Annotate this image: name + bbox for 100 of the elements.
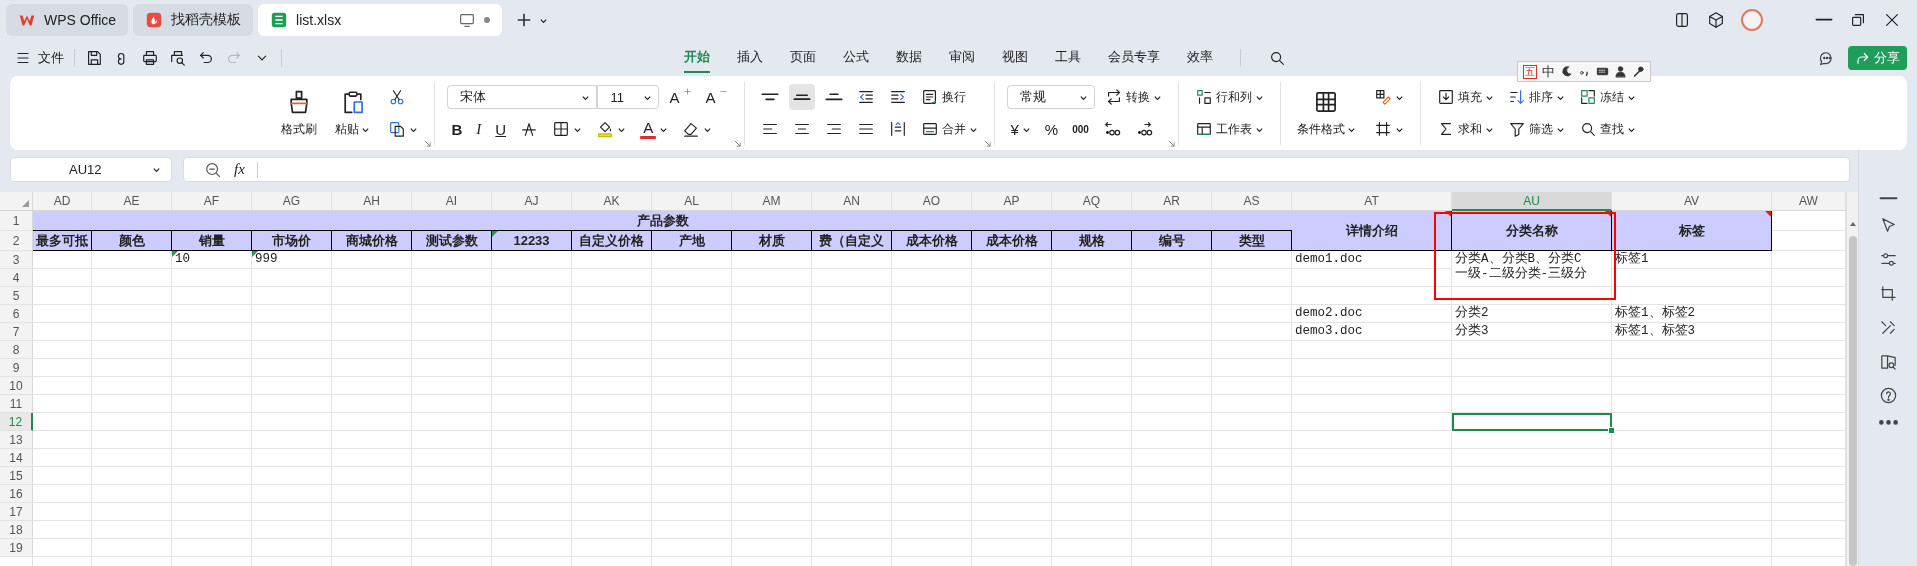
paste-button[interactable]: 粘贴 <box>331 84 375 142</box>
menu-tab[interactable]: 开始 <box>683 43 710 73</box>
font-color-button[interactable]: A <box>636 116 673 142</box>
table-cell: demo3.doc <box>1295 324 1363 338</box>
menu-tab[interactable]: 数据 <box>895 43 922 73</box>
row-number[interactable]: 16 <box>0 485 33 503</box>
column-header[interactable]: AL <box>652 192 732 211</box>
column-header[interactable]: AG <box>252 192 332 211</box>
row-number[interactable]: 2 <box>0 231 33 251</box>
number-format-dropdown[interactable]: 常规 <box>1006 85 1095 109</box>
wrap-text-button[interactable]: 换行 <box>916 84 970 110</box>
convert-button[interactable]: 转换 <box>1100 84 1166 110</box>
browser-tab[interactable]: 找稻壳模板 <box>133 4 254 36</box>
percent-button[interactable]: % <box>1040 116 1063 142</box>
column-header[interactable]: AR <box>1132 192 1212 211</box>
format-painter-button[interactable]: 格式刷 <box>277 84 322 142</box>
file-menu-button[interactable]: 文件 <box>14 49 64 67</box>
selected-cell[interactable] <box>1452 413 1612 431</box>
header-cell: 最多可抵 <box>33 231 92 251</box>
launcher-icon[interactable] <box>983 140 991 147</box>
menu-tab[interactable]: 视图 <box>1001 43 1028 73</box>
menu-tab[interactable]: 效率 <box>1186 43 1213 73</box>
ime-mode[interactable]: 五 <box>1523 64 1537 79</box>
row-number[interactable]: 10 <box>0 377 33 395</box>
column-header[interactable]: AF <box>172 192 252 211</box>
column-header[interactable]: AK <box>572 192 652 211</box>
conditional-format-button[interactable]: 条件格式 <box>1292 84 1360 142</box>
find-button[interactable]: 查找 <box>1574 116 1640 142</box>
column-header[interactable]: AQ <box>1052 192 1132 211</box>
column-header[interactable]: AV <box>1612 192 1772 211</box>
column-header[interactable]: AW <box>1772 192 1846 211</box>
avatar-icon[interactable] <box>1741 9 1763 31</box>
sort-button[interactable]: 排序 <box>1503 84 1569 110</box>
font-dropdown[interactable]: 宋体 <box>447 85 598 109</box>
column-header[interactable]: AM <box>732 192 812 211</box>
browser-tab[interactable]: WPS Office <box>6 4 129 36</box>
align-middle-button[interactable] <box>788 84 815 110</box>
row-number[interactable]: 4 <box>0 269 33 287</box>
column-header[interactable]: AI <box>412 192 492 211</box>
currency-button[interactable]: ¥ <box>1006 116 1035 142</box>
row-number[interactable]: 19 <box>0 539 33 557</box>
ime-mode[interactable]: 中 <box>1542 62 1555 81</box>
row-number[interactable]: 17 <box>0 503 33 521</box>
column-header[interactable]: AH <box>332 192 412 211</box>
column-header[interactable]: AE <box>92 192 172 211</box>
formula-bar[interactable]: fx <box>183 157 1850 182</box>
row-number[interactable]: 1 <box>0 211 33 231</box>
browser-tab[interactable]: list.xlsx <box>258 4 503 36</box>
column-header[interactable]: AO <box>892 192 972 211</box>
italic-button[interactable]: I <box>472 116 486 142</box>
column-header[interactable]: AD <box>33 192 92 211</box>
person-icon <box>1614 65 1627 78</box>
scrollbar[interactable] <box>1846 192 1858 566</box>
row-number[interactable]: 18 <box>0 521 33 539</box>
column-header[interactable]: AT <box>1292 192 1452 211</box>
row-number[interactable]: 11 <box>0 395 33 413</box>
launcher-icon[interactable] <box>424 140 432 147</box>
thousands-button[interactable]: 000 <box>1068 116 1093 142</box>
menu-tab[interactable]: 插入 <box>736 43 763 73</box>
row-number[interactable]: 5 <box>0 287 33 305</box>
rows-columns-button[interactable]: 行和列 <box>1190 84 1268 110</box>
row-number[interactable]: 8 <box>0 341 33 359</box>
menu-tab[interactable]: 会员专享 <box>1107 43 1160 73</box>
row-number[interactable]: 9 <box>0 359 33 377</box>
column-header[interactable]: AN <box>812 192 892 211</box>
grow-font-button[interactable]: A <box>665 84 696 110</box>
function-label[interactable]: fx <box>234 161 245 178</box>
freeze-button[interactable]: 冻结 <box>1574 84 1640 110</box>
menu-tab[interactable]: 页面 <box>789 43 816 73</box>
header-cell: 销量 <box>172 231 252 251</box>
column-header[interactable]: AS <box>1212 192 1292 211</box>
menu-tab[interactable]: 公式 <box>842 43 869 73</box>
row-number[interactable]: 13 <box>0 431 33 449</box>
menu-tab[interactable]: 审阅 <box>948 43 975 73</box>
underline-button[interactable]: U <box>491 116 511 142</box>
header-cell: 规格 <box>1052 231 1132 251</box>
sum-button[interactable]: 求和 <box>1432 116 1498 142</box>
filter-button[interactable]: 筛选 <box>1503 116 1569 142</box>
bold-button[interactable]: B <box>447 116 467 142</box>
merge-button[interactable]: 合并 <box>916 116 982 142</box>
launcher-icon[interactable] <box>1167 140 1175 147</box>
row-number[interactable]: 7 <box>0 323 33 341</box>
header-cell: 商城价格 <box>332 231 412 251</box>
launcher-icon[interactable] <box>733 140 741 147</box>
name-box[interactable]: AU12 <box>10 157 172 182</box>
row-number[interactable]: 15 <box>0 467 33 485</box>
font-size-dropdown[interactable]: 11 <box>597 85 660 109</box>
row-number[interactable]: 3 <box>0 251 33 269</box>
fill-button[interactable]: 填充 <box>1432 84 1498 110</box>
panel-icon <box>1673 11 1691 29</box>
select-all-icon[interactable] <box>22 200 29 207</box>
row-number[interactable]: 6 <box>0 305 33 323</box>
column-header[interactable]: AJ <box>492 192 572 211</box>
row-number[interactable]: 12 <box>0 413 33 431</box>
menu-tab[interactable]: 工具 <box>1054 43 1081 73</box>
row-number[interactable]: 14 <box>0 449 33 467</box>
worksheet-button[interactable]: 工作表 <box>1190 116 1268 142</box>
column-header[interactable]: AP <box>972 192 1052 211</box>
scroll-up-icon[interactable] <box>1848 220 1857 228</box>
shrink-font-button[interactable]: A <box>701 84 732 110</box>
